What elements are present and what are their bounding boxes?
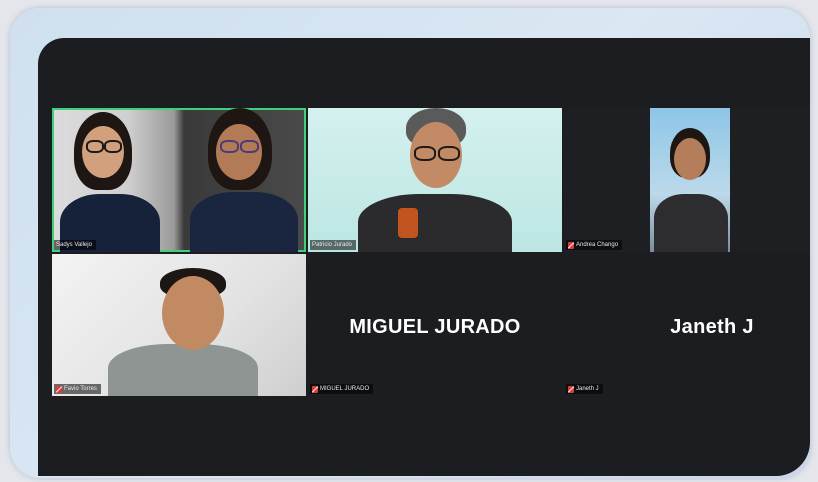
photo-frame: Sadys Vallejo Patricio Jurado Andrea Cha…: [10, 8, 810, 478]
participant-name: Sadys Vallejo: [56, 242, 92, 248]
participant-tile-6[interactable]: Janeth J Janeth J: [564, 254, 810, 396]
participant-tile-1[interactable]: Sadys Vallejo: [52, 108, 306, 252]
participant-display-name: Janeth J: [670, 316, 754, 338]
participant-name-label: MIGUEL JURADO: [310, 384, 374, 394]
participant-name-label: Patricio Jurado: [310, 240, 357, 250]
participant-name-label: Janeth J: [566, 384, 603, 394]
participant-name: Janeth J: [576, 386, 599, 392]
participant-tile-4[interactable]: Favio Torres: [52, 254, 306, 396]
participant-video-3: [650, 108, 730, 252]
participant-name: Favio Torres: [64, 386, 97, 392]
participant-name: Andrea Chango: [576, 242, 619, 248]
participant-tile-3[interactable]: Andrea Chango: [564, 108, 810, 252]
video-meeting-window: Sadys Vallejo Patricio Jurado Andrea Cha…: [38, 38, 810, 476]
participant-name: MIGUEL JURADO: [320, 386, 370, 392]
muted-mic-icon: [312, 385, 318, 393]
participant-name: Patricio Jurado: [312, 242, 353, 248]
participant-name-label: Andrea Chango: [566, 240, 623, 250]
participant-display-name: MIGUEL JURADO: [349, 316, 521, 338]
muted-mic-icon: [568, 241, 574, 249]
participant-name-label: Sadys Vallejo: [54, 240, 96, 250]
participant-tile-2[interactable]: Patricio Jurado: [308, 108, 562, 252]
muted-mic-icon: [56, 385, 62, 393]
muted-mic-icon: [568, 385, 574, 393]
participant-tile-5[interactable]: MIGUEL JURADO MIGUEL JURADO: [308, 254, 562, 396]
participant-name-label: Favio Torres: [54, 384, 101, 394]
